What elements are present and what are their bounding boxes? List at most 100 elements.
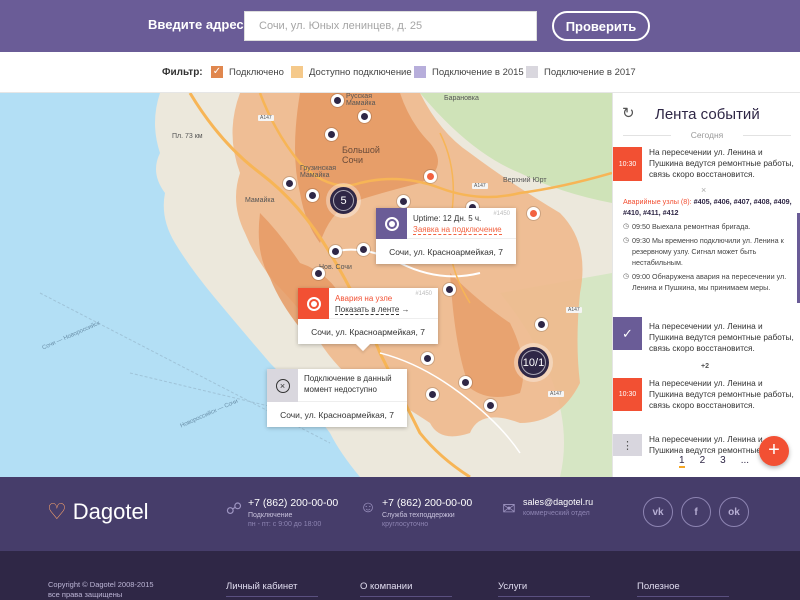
map-label: Пл. 73 км: [172, 133, 203, 140]
feed-pagination: 1 2 3 ...: [679, 455, 749, 468]
filter-option-label: Подключено: [229, 66, 284, 78]
contact-phone[interactable]: +7 (862) 200-00-00: [382, 497, 472, 509]
checkbox-icon[interactable]: [414, 66, 426, 78]
map-marker[interactable]: [535, 318, 548, 331]
map-label: Большой Сочи: [342, 145, 380, 165]
arrow-right-icon: →: [401, 305, 410, 314]
more-events-count[interactable]: +2: [701, 363, 709, 370]
filter-option-connected[interactable]: ✓ Подключено: [211, 65, 284, 79]
node-popup-unavailable: × Подключение в данный момент недоступно…: [267, 369, 407, 427]
filter-bar: Фильтр: ✓ Подключено Доступно подключени…: [0, 52, 800, 93]
filter-option-label: Подключение в 2017: [544, 66, 636, 78]
map-marker-alert[interactable]: [527, 207, 540, 220]
address-input[interactable]: [244, 11, 537, 41]
node-status-icon: [376, 208, 407, 239]
map-marker[interactable]: [312, 267, 325, 280]
footer-nav-services[interactable]: Услуги: [498, 581, 591, 597]
contact-hours: круглосуточно: [382, 521, 429, 528]
map-marker[interactable]: [325, 128, 338, 141]
feed-event[interactable]: ✓ На пересечении ул. Ленина и Пушкина ве…: [613, 317, 800, 357]
node-popup-uptime: Uptime: 12 Дн. 5 ч. Заявка на подключени…: [376, 208, 516, 264]
map-label: Мамайка: [245, 197, 275, 204]
heart-icon: ♡: [47, 499, 67, 524]
odnoklassniki-icon[interactable]: ok: [719, 497, 749, 527]
map-marker[interactable]: [421, 352, 434, 365]
close-icon[interactable]: ×: [701, 185, 706, 195]
page-link[interactable]: 2: [700, 455, 706, 468]
map-marker[interactable]: [306, 189, 319, 202]
connect-request-link[interactable]: Заявка на подключение: [413, 225, 502, 235]
map-marker[interactable]: [331, 94, 344, 107]
checkbox-checked-icon[interactable]: ✓: [211, 66, 223, 78]
filter-option-2015[interactable]: Подключение в 2015: [414, 65, 524, 79]
road-number: A147: [258, 115, 274, 121]
feed-event[interactable]: 10:30 На пересечении ул. Ленина и Пушкин…: [613, 378, 800, 418]
contact-caption-line: коммерческий отдел: [523, 510, 590, 517]
refresh-icon[interactable]: ↻: [622, 106, 636, 121]
map-marker[interactable]: [283, 177, 296, 190]
contact-caption-line: Служба техподдержки: [382, 512, 455, 519]
feed-title: Лента событий: [655, 106, 760, 123]
copyright-line: все права защищены: [48, 590, 123, 599]
filter-option-label: Подключение в 2015: [432, 66, 524, 78]
map-label: Грузинская Мамайка: [300, 165, 337, 179]
address-label: Введите адрес:: [148, 17, 248, 32]
copyright: Copyright © Dagotel 2008-2015 все права …: [48, 580, 154, 600]
filter-option-available[interactable]: Доступно подключение: [291, 65, 412, 79]
contact-caption: Подключение пн - пт: с 9:00 до 18:00: [248, 511, 321, 529]
header-bar: Введите адрес: Проверить: [0, 0, 800, 52]
alarm-icon: [298, 288, 329, 319]
road-number: A147: [566, 307, 582, 313]
filter-option-2017[interactable]: Подключение в 2017: [526, 65, 636, 79]
event-log-item: 09:30 Мы временно подключили ул. Ленина …: [623, 235, 799, 268]
event-text: На пересечении ул. Ленина и Пушкина веду…: [649, 147, 794, 179]
map-cluster[interactable]: 10/1: [518, 347, 549, 378]
logo[interactable]: ♡ Dagotel: [47, 499, 149, 525]
footer-nav-account[interactable]: Личный кабинет: [226, 581, 319, 597]
show-in-feed-link[interactable]: Показать в ленте: [335, 305, 400, 315]
footer-nav-about[interactable]: О компании: [360, 581, 453, 597]
contact-phone[interactable]: +7 (862) 200-00-00: [248, 497, 338, 509]
feed-event[interactable]: 10:30 На пересечении ул. Ленина и Пушкин…: [613, 147, 800, 187]
map-marker[interactable]: [358, 110, 371, 123]
map-marker[interactable]: [459, 376, 472, 389]
contact-caption-line: Подключение: [248, 512, 293, 519]
coverage-map[interactable]: Русская Мамайка Барановка Пл. 73 км Боль…: [0, 93, 612, 477]
alarm-nodes-label: Аварийные узлы (8):: [623, 197, 692, 206]
map-marker[interactable]: [426, 388, 439, 401]
footer: ♡ Dagotel ☍ +7 (862) 200-00-00 Подключен…: [0, 477, 800, 551]
map-marker[interactable]: [397, 195, 410, 208]
filter-option-label: Доступно подключение: [309, 66, 412, 78]
event-details: Аварийные узлы (8): #405, #406, #407, #4…: [623, 196, 799, 293]
checkbox-icon[interactable]: [291, 66, 303, 78]
antenna-icon: ☍: [225, 501, 243, 518]
map-marker[interactable]: [329, 245, 342, 258]
map-label: Верхний Юрт: [503, 177, 547, 184]
filter-label: Фильтр:: [162, 67, 203, 78]
checkbox-icon[interactable]: [526, 66, 538, 78]
event-time-badge: 10:30: [613, 147, 642, 181]
event-menu-badge: ⋮: [613, 434, 642, 456]
facebook-icon[interactable]: f: [681, 497, 711, 527]
contact-email[interactable]: sales@dagotel.ru: [523, 497, 593, 507]
node-popup-alarm: Авария на узле Показать в ленте → #1450 …: [298, 288, 438, 352]
node-id: #1450: [415, 291, 432, 297]
cluster-count: 5: [340, 194, 347, 207]
map-marker[interactable]: [443, 283, 456, 296]
add-event-button[interactable]: +: [759, 436, 789, 466]
map-cluster[interactable]: 5: [330, 187, 357, 214]
vk-icon[interactable]: vk: [643, 497, 673, 527]
logo-text: Dagotel: [72, 499, 149, 524]
footer-nav-useful[interactable]: Полезное: [637, 581, 729, 597]
page-ellipsis[interactable]: ...: [741, 455, 749, 468]
page-link[interactable]: 1: [679, 455, 685, 468]
cluster-count: 10/1: [522, 356, 545, 369]
check-button[interactable]: Проверить: [552, 11, 650, 41]
page-link[interactable]: 3: [720, 455, 726, 468]
feed-date-separator: Сегодня: [613, 130, 800, 140]
map-marker-alert[interactable]: [424, 170, 437, 183]
uptime-text: Uptime: 12 Дн. 5 ч.: [413, 214, 482, 223]
map-marker[interactable]: [484, 399, 497, 412]
map-marker[interactable]: [357, 243, 370, 256]
footer-bottom: Copyright © Dagotel 2008-2015 все права …: [0, 551, 800, 600]
